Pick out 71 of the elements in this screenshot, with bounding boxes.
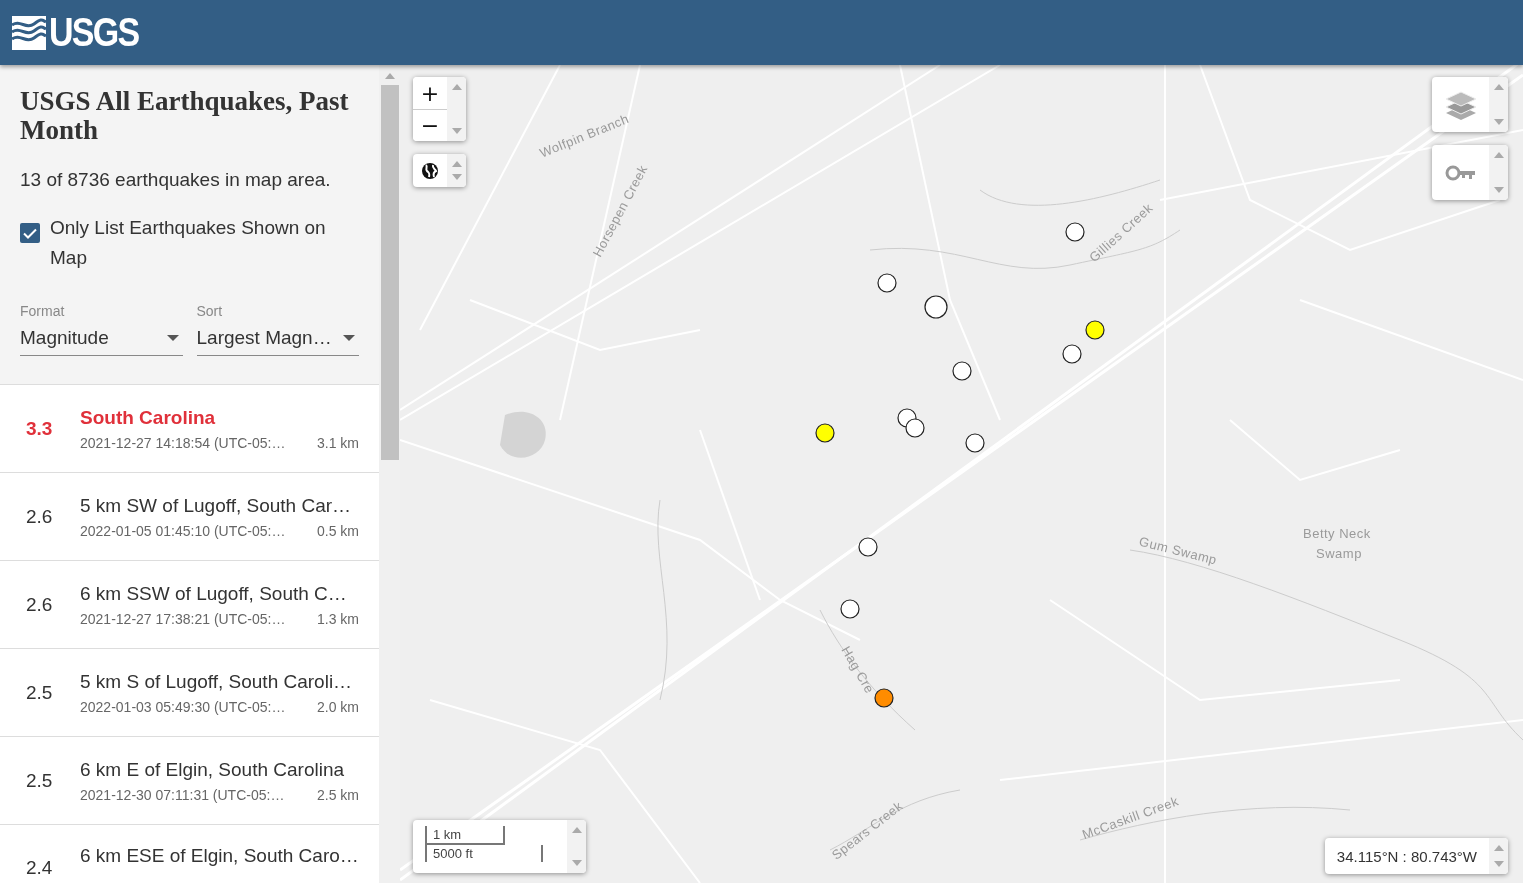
- earthquake-marker[interactable]: [874, 688, 894, 708]
- lake: [500, 411, 546, 458]
- format-label: Format: [20, 303, 66, 319]
- scale-metric: 1 km: [425, 826, 505, 845]
- earthquake-marker[interactable]: [858, 537, 878, 557]
- down-arrow-icon[interactable]: [1493, 861, 1504, 867]
- place-name: 6 km ESE of Elgin, South Caro…: [80, 845, 359, 867]
- earthquake-marker[interactable]: [924, 295, 948, 319]
- up-arrow-icon[interactable]: [384, 73, 395, 79]
- magnitude: 2.5: [25, 769, 54, 792]
- place-name: 5 km S of Lugoff, South Caroli…: [80, 670, 354, 693]
- down-arrow-icon[interactable]: [451, 174, 462, 180]
- down-arrow-icon[interactable]: [1493, 119, 1504, 125]
- checkmark-icon: [23, 227, 37, 239]
- checkbox-label[interactable]: Only List Earthquakes Shown on Map: [50, 213, 359, 273]
- depth: 1.3 km: [317, 610, 359, 627]
- place-name: 6 km E of Elgin, South Carolina: [80, 758, 346, 781]
- depth: 2.0 km: [317, 698, 359, 715]
- up-arrow-icon[interactable]: [451, 84, 462, 90]
- earthquake-marker[interactable]: [1062, 344, 1082, 364]
- sort-dropdown[interactable]: Largest Magn…: [196, 327, 359, 356]
- earthquake-marker[interactable]: [1085, 320, 1105, 340]
- down-arrow-icon[interactable]: [571, 860, 582, 866]
- place-name: 5 km SW of Lugoff, South Car…: [80, 494, 353, 517]
- place-name: 6 km SSW of Lugoff, South C…: [80, 582, 348, 605]
- magnitude: 2.6: [25, 593, 54, 616]
- event-time: 2021-12-27 14:18:54 (UTC-05:…: [80, 434, 286, 451]
- checkbox[interactable]: [20, 223, 40, 243]
- wave-logo-icon: [12, 15, 46, 50]
- sort-label: Sort: [196, 303, 224, 319]
- zoom-in-button[interactable]: +: [413, 77, 447, 109]
- depth: 2.5 km: [317, 786, 359, 803]
- event-time: 2021-12-30 07:11:31 (UTC-05:…: [80, 786, 285, 803]
- up-arrow-icon[interactable]: [1493, 152, 1504, 158]
- usgs-logo-text[interactable]: USGS: [49, 10, 139, 55]
- up-arrow-icon[interactable]: [451, 161, 462, 167]
- format-dropdown[interactable]: Magnitude: [20, 327, 183, 356]
- globe-icon[interactable]: [421, 161, 439, 180]
- earthquake-marker[interactable]: [815, 423, 835, 443]
- map-label: Betty Neck Swamp: [1303, 526, 1371, 561]
- down-arrow-icon[interactable]: [1493, 187, 1504, 193]
- earthquake-marker[interactable]: [1065, 222, 1085, 242]
- magnitude: 2.5: [25, 681, 54, 704]
- zoom-out-button[interactable]: −: [413, 109, 447, 141]
- earthquake-marker[interactable]: [965, 433, 985, 453]
- place-name: South Carolina: [80, 406, 217, 429]
- magnitude: 2.4: [25, 856, 54, 879]
- sidebar-title: USGS All Earthquakes, Past Month: [20, 87, 350, 145]
- event-time: 2021-12-27 17:38:21 (UTC-05:…: [80, 610, 286, 627]
- earthquake-marker[interactable]: [877, 273, 897, 293]
- down-arrow-icon[interactable]: [451, 128, 462, 134]
- map-label: Gum Swamp: [1137, 533, 1219, 568]
- magnitude: 3.3: [25, 417, 54, 440]
- event-time: 2022-01-03 05:49:30 (UTC-05:…: [80, 698, 286, 715]
- key-icon[interactable]: [1444, 163, 1477, 182]
- coordinates-readout: 34.115°N : 80.743°W: [1335, 846, 1478, 867]
- earthquake-marker[interactable]: [840, 599, 860, 619]
- scale-imperial: 5000 ft: [425, 845, 543, 862]
- caret-icon: [166, 335, 179, 341]
- up-arrow-icon[interactable]: [1493, 84, 1504, 90]
- up-arrow-icon[interactable]: [571, 827, 582, 833]
- depth: 0.5 km: [317, 522, 359, 539]
- earthquake-marker[interactable]: [952, 361, 972, 381]
- magnitude: 2.6: [25, 505, 54, 528]
- earthquake-count: 13 of 8736 earthquakes in map area.: [20, 169, 332, 191]
- event-time: 2022-01-05 01:45:10 (UTC-05:…: [80, 522, 286, 539]
- up-arrow-icon[interactable]: [1493, 845, 1504, 851]
- caret-icon: [343, 335, 355, 341]
- scrollbar-thumb[interactable]: [380, 85, 399, 460]
- depth: 3.1 km: [317, 434, 359, 451]
- earthquake-marker[interactable]: [905, 418, 925, 438]
